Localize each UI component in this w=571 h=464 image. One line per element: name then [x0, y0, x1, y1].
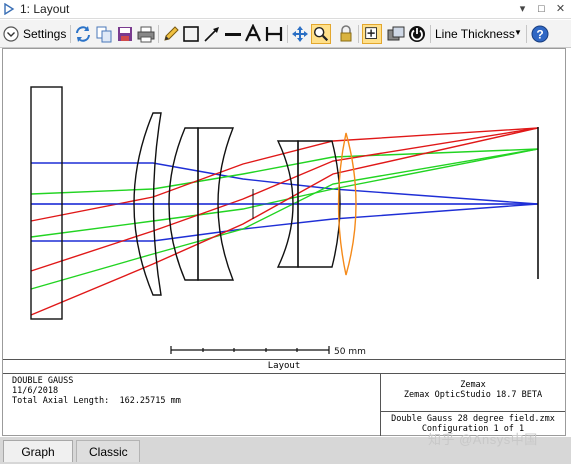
window-title: 1: Layout — [20, 2, 70, 16]
layout-plot-frame: 50 mm Layout DOUBLE GAUSS 11/6/2018 Total … — [2, 48, 566, 436]
plot-caption: Layout — [3, 359, 565, 373]
pencil-icon[interactable] — [161, 24, 181, 44]
toolbar-separator — [70, 25, 71, 43]
info-line-axial-length: Total Axial Length: 162.25715 mm — [12, 396, 181, 406]
scale-label: 50 mm — [334, 347, 366, 357]
info-left: DOUBLE GAUSS 11/6/2018 Total Axial Length:… — [12, 376, 181, 406]
tab-graph[interactable]: Graph — [3, 440, 73, 462]
refresh-icon[interactable] — [73, 24, 93, 44]
fit-window-icon[interactable] — [362, 24, 382, 44]
ray-6 — [30, 127, 539, 222]
copy-icon[interactable] — [94, 24, 114, 44]
watermark: 知乎 @Ansys中国 — [428, 432, 538, 447]
help-icon[interactable]: ? — [530, 24, 550, 44]
rectangle-icon[interactable] — [181, 24, 201, 44]
ray-2 — [31, 203, 539, 242]
company-name: Zemax — [460, 380, 486, 390]
toolbar-separator — [430, 25, 431, 43]
ray-0 — [31, 162, 539, 205]
save-icon[interactable] — [115, 24, 135, 44]
settings-chevron-icon[interactable] — [2, 24, 22, 44]
toolbar-separator — [358, 25, 359, 43]
dimension-icon[interactable] — [264, 24, 284, 44]
layout-plot: 50 mm — [30, 86, 539, 357]
info-line-title: DOUBLE GAUSS — [12, 376, 74, 386]
tab-classic[interactable]: Classic — [76, 440, 140, 462]
line-icon[interactable] — [223, 24, 243, 44]
line-thickness-dropdown[interactable]: Line Thickness — [435, 27, 515, 41]
info-block: DOUBLE GAUSS 11/6/2018 Total Axial Length:… — [3, 373, 565, 436]
product-name: Zemax OpticStudio 18.7 BETA — [403, 390, 543, 400]
window-arrow-icon — [4, 3, 15, 15]
ray-5 — [30, 148, 539, 290]
lock-icon[interactable] — [336, 24, 356, 44]
toolbar-separator — [158, 25, 159, 43]
zoom-icon[interactable] — [311, 24, 331, 44]
window-menu-button[interactable]: ▾ — [514, 1, 531, 17]
toolbar: Settings Line Thickness ▼ ? — [0, 20, 571, 48]
file-name: Double Gauss 28 degree field.zmx — [391, 414, 555, 424]
title-bar: 1: Layout ▾ □ ✕ — [0, 0, 571, 19]
info-line-date: 11/6/2018 — [12, 386, 59, 396]
settings-button[interactable]: Settings — [23, 27, 66, 41]
info-software: Zemax Zemax OpticStudio 18.7 BETA — [380, 374, 565, 411]
toolbar-separator — [287, 25, 288, 43]
scale-bar — [170, 346, 330, 354]
close-button[interactable]: ✕ — [552, 1, 569, 17]
svg-text:?: ? — [536, 28, 543, 42]
pan-icon[interactable] — [290, 24, 310, 44]
power-icon[interactable] — [407, 24, 427, 44]
restore-button[interactable]: □ — [533, 1, 550, 17]
layers-icon[interactable] — [386, 24, 406, 44]
toolbar-separator — [526, 25, 527, 43]
chevron-down-icon[interactable]: ▼ — [514, 28, 522, 37]
text-icon[interactable] — [243, 24, 263, 44]
print-icon[interactable] — [136, 24, 156, 44]
arrow-icon[interactable] — [202, 24, 222, 44]
